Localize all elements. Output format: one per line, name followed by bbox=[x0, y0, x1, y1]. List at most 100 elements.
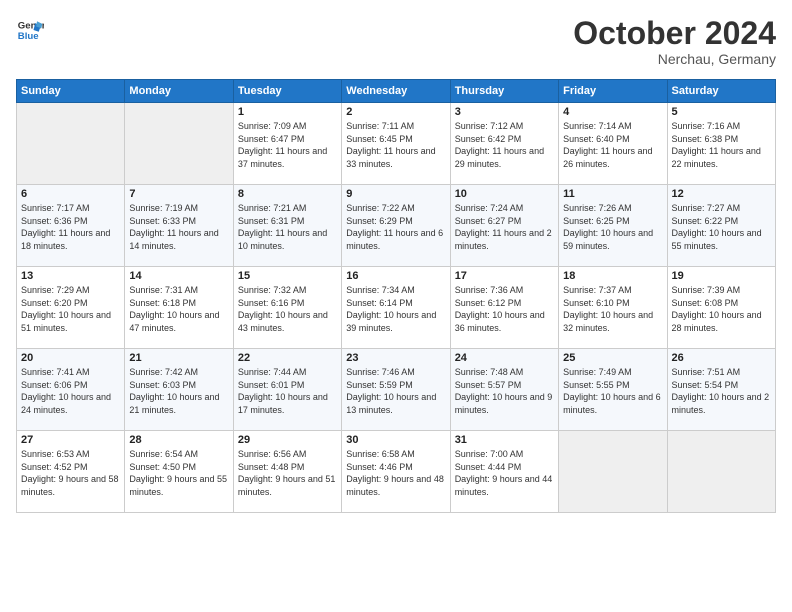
cell-info: Sunrise: 6:53 AMSunset: 4:52 PMDaylight:… bbox=[21, 448, 120, 498]
day-number: 13 bbox=[21, 270, 120, 282]
location: Nerchau, Germany bbox=[573, 51, 776, 67]
cell-info: Sunrise: 6:54 AMSunset: 4:50 PMDaylight:… bbox=[129, 448, 228, 498]
cell-info: Sunrise: 7:31 AMSunset: 6:18 PMDaylight:… bbox=[129, 284, 228, 334]
cell-info: Sunrise: 7:12 AMSunset: 6:42 PMDaylight:… bbox=[455, 120, 554, 170]
calendar-week-1: 1Sunrise: 7:09 AMSunset: 6:47 PMDaylight… bbox=[17, 103, 776, 185]
weekday-header-sunday: Sunday bbox=[17, 80, 125, 103]
calendar-cell: 21 Sunrise: 7:42 AMSunset: 6:03 PMDayligh… bbox=[125, 349, 233, 431]
calendar-table: SundayMondayTuesdayWednesdayThursdayFrid… bbox=[16, 79, 776, 513]
calendar-week-4: 20 Sunrise: 7:41 AMSunset: 6:06 PMDayligh… bbox=[17, 349, 776, 431]
cell-info: Sunrise: 7:48 AMSunset: 5:57 PMDaylight:… bbox=[455, 366, 554, 416]
calendar-cell: 17 Sunrise: 7:36 AMSunset: 6:12 PMDayligh… bbox=[450, 267, 558, 349]
month-title: October 2024 bbox=[573, 16, 776, 51]
weekday-header-thursday: Thursday bbox=[450, 80, 558, 103]
cell-info: Sunrise: 7:44 AMSunset: 6:01 PMDaylight:… bbox=[238, 366, 337, 416]
calendar-cell: 18 Sunrise: 7:37 AMSunset: 6:10 PMDayligh… bbox=[559, 267, 667, 349]
cell-info: Sunrise: 7:27 AMSunset: 6:22 PMDaylight:… bbox=[672, 202, 771, 252]
calendar-cell: 30 Sunrise: 6:58 AMSunset: 4:46 PMDayligh… bbox=[342, 431, 450, 513]
calendar-cell: 24 Sunrise: 7:48 AMSunset: 5:57 PMDayligh… bbox=[450, 349, 558, 431]
cell-info: Sunrise: 7:26 AMSunset: 6:25 PMDaylight:… bbox=[563, 202, 662, 252]
calendar-cell bbox=[125, 103, 233, 185]
day-number: 25 bbox=[563, 352, 662, 364]
cell-info: Sunrise: 7:42 AMSunset: 6:03 PMDaylight:… bbox=[129, 366, 228, 416]
weekday-header-monday: Monday bbox=[125, 80, 233, 103]
day-number: 16 bbox=[346, 270, 445, 282]
day-number: 21 bbox=[129, 352, 228, 364]
cell-info: Sunrise: 7:36 AMSunset: 6:12 PMDaylight:… bbox=[455, 284, 554, 334]
day-number: 24 bbox=[455, 352, 554, 364]
weekday-header-row: SundayMondayTuesdayWednesdayThursdayFrid… bbox=[17, 80, 776, 103]
calendar-cell: 12 Sunrise: 7:27 AMSunset: 6:22 PMDayligh… bbox=[667, 185, 775, 267]
cell-info: Sunrise: 7:46 AMSunset: 5:59 PMDaylight:… bbox=[346, 366, 445, 416]
calendar-cell: 26Sunrise: 7:51 AMSunset: 5:54 PMDayligh… bbox=[667, 349, 775, 431]
calendar-cell: 15Sunrise: 7:32 AMSunset: 6:16 PMDayligh… bbox=[233, 267, 341, 349]
cell-info: Sunrise: 7:00 AMSunset: 4:44 PMDaylight:… bbox=[455, 448, 554, 498]
cell-info: Sunrise: 7:21 AMSunset: 6:31 PMDaylight:… bbox=[238, 202, 337, 252]
calendar-cell: 28 Sunrise: 6:54 AMSunset: 4:50 PMDayligh… bbox=[125, 431, 233, 513]
calendar-cell: 31 Sunrise: 7:00 AMSunset: 4:44 PMDayligh… bbox=[450, 431, 558, 513]
day-number: 8 bbox=[238, 188, 337, 200]
calendar-cell: 27Sunrise: 6:53 AMSunset: 4:52 PMDayligh… bbox=[17, 431, 125, 513]
calendar-cell: 16 Sunrise: 7:34 AMSunset: 6:14 PMDayligh… bbox=[342, 267, 450, 349]
day-number: 5 bbox=[672, 106, 771, 118]
weekday-header-saturday: Saturday bbox=[667, 80, 775, 103]
weekday-header-tuesday: Tuesday bbox=[233, 80, 341, 103]
cell-info: Sunrise: 7:16 AMSunset: 6:38 PMDaylight:… bbox=[672, 120, 771, 170]
calendar-cell: 10 Sunrise: 7:24 AMSunset: 6:27 PMDayligh… bbox=[450, 185, 558, 267]
day-number: 14 bbox=[129, 270, 228, 282]
day-number: 31 bbox=[455, 434, 554, 446]
cell-info: Sunrise: 7:39 AMSunset: 6:08 PMDaylight:… bbox=[672, 284, 771, 334]
calendar-cell: 9Sunrise: 7:22 AMSunset: 6:29 PMDaylight… bbox=[342, 185, 450, 267]
day-number: 12 bbox=[672, 188, 771, 200]
cell-info: Sunrise: 7:17 AMSunset: 6:36 PMDaylight:… bbox=[21, 202, 120, 252]
calendar-cell bbox=[559, 431, 667, 513]
cell-info: Sunrise: 7:22 AMSunset: 6:29 PMDaylight:… bbox=[346, 202, 445, 252]
day-number: 28 bbox=[129, 434, 228, 446]
calendar-cell: 5 Sunrise: 7:16 AMSunset: 6:38 PMDaylight… bbox=[667, 103, 775, 185]
day-number: 30 bbox=[346, 434, 445, 446]
cell-info: Sunrise: 7:34 AMSunset: 6:14 PMDaylight:… bbox=[346, 284, 445, 334]
day-number: 18 bbox=[563, 270, 662, 282]
calendar-week-5: 27Sunrise: 6:53 AMSunset: 4:52 PMDayligh… bbox=[17, 431, 776, 513]
calendar-cell: 2Sunrise: 7:11 AMSunset: 6:45 PMDaylight… bbox=[342, 103, 450, 185]
calendar-cell: 19 Sunrise: 7:39 AMSunset: 6:08 PMDayligh… bbox=[667, 267, 775, 349]
day-number: 11 bbox=[563, 188, 662, 200]
cell-info: Sunrise: 7:51 AMSunset: 5:54 PMDaylight:… bbox=[672, 366, 771, 416]
cell-info: Sunrise: 6:58 AMSunset: 4:46 PMDaylight:… bbox=[346, 448, 445, 498]
calendar-cell: 11 Sunrise: 7:26 AMSunset: 6:25 PMDayligh… bbox=[559, 185, 667, 267]
calendar-week-2: 6 Sunrise: 7:17 AMSunset: 6:36 PMDaylight… bbox=[17, 185, 776, 267]
day-number: 2 bbox=[346, 106, 445, 118]
calendar-cell: 13 Sunrise: 7:29 AMSunset: 6:20 PMDayligh… bbox=[17, 267, 125, 349]
calendar-cell: 7Sunrise: 7:19 AMSunset: 6:33 PMDaylight… bbox=[125, 185, 233, 267]
calendar-cell: 8 Sunrise: 7:21 AMSunset: 6:31 PMDaylight… bbox=[233, 185, 341, 267]
calendar-cell: 23 Sunrise: 7:46 AMSunset: 5:59 PMDayligh… bbox=[342, 349, 450, 431]
svg-text:Blue: Blue bbox=[18, 31, 39, 42]
cell-info: Sunrise: 7:24 AMSunset: 6:27 PMDaylight:… bbox=[455, 202, 554, 252]
calendar-cell: 1Sunrise: 7:09 AMSunset: 6:47 PMDaylight… bbox=[233, 103, 341, 185]
day-number: 17 bbox=[455, 270, 554, 282]
calendar-cell: 6 Sunrise: 7:17 AMSunset: 6:36 PMDaylight… bbox=[17, 185, 125, 267]
calendar-cell: 3 Sunrise: 7:12 AMSunset: 6:42 PMDaylight… bbox=[450, 103, 558, 185]
day-number: 10 bbox=[455, 188, 554, 200]
logo: General Blue General Blue bbox=[16, 16, 44, 44]
cell-info: Sunrise: 7:41 AMSunset: 6:06 PMDaylight:… bbox=[21, 366, 120, 416]
day-number: 19 bbox=[672, 270, 771, 282]
page-container: General Blue General Blue October 2024 N… bbox=[0, 0, 792, 529]
weekday-header-friday: Friday bbox=[559, 80, 667, 103]
day-number: 4 bbox=[563, 106, 662, 118]
day-number: 6 bbox=[21, 188, 120, 200]
calendar-cell: 14 Sunrise: 7:31 AMSunset: 6:18 PMDayligh… bbox=[125, 267, 233, 349]
cell-info: Sunrise: 7:37 AMSunset: 6:10 PMDaylight:… bbox=[563, 284, 662, 334]
calendar-cell bbox=[17, 103, 125, 185]
day-number: 7 bbox=[129, 188, 228, 200]
day-number: 23 bbox=[346, 352, 445, 364]
day-number: 22 bbox=[238, 352, 337, 364]
cell-info: Sunrise: 7:49 AMSunset: 5:55 PMDaylight:… bbox=[563, 366, 662, 416]
calendar-cell: 29Sunrise: 6:56 AMSunset: 4:48 PMDayligh… bbox=[233, 431, 341, 513]
cell-info: Sunrise: 7:29 AMSunset: 6:20 PMDaylight:… bbox=[21, 284, 120, 334]
day-number: 20 bbox=[21, 352, 120, 364]
title-block: October 2024 Nerchau, Germany bbox=[573, 16, 776, 67]
day-number: 3 bbox=[455, 106, 554, 118]
cell-info: Sunrise: 7:32 AMSunset: 6:16 PMDaylight:… bbox=[238, 284, 337, 334]
cell-info: Sunrise: 7:09 AMSunset: 6:47 PMDaylight:… bbox=[238, 120, 337, 170]
